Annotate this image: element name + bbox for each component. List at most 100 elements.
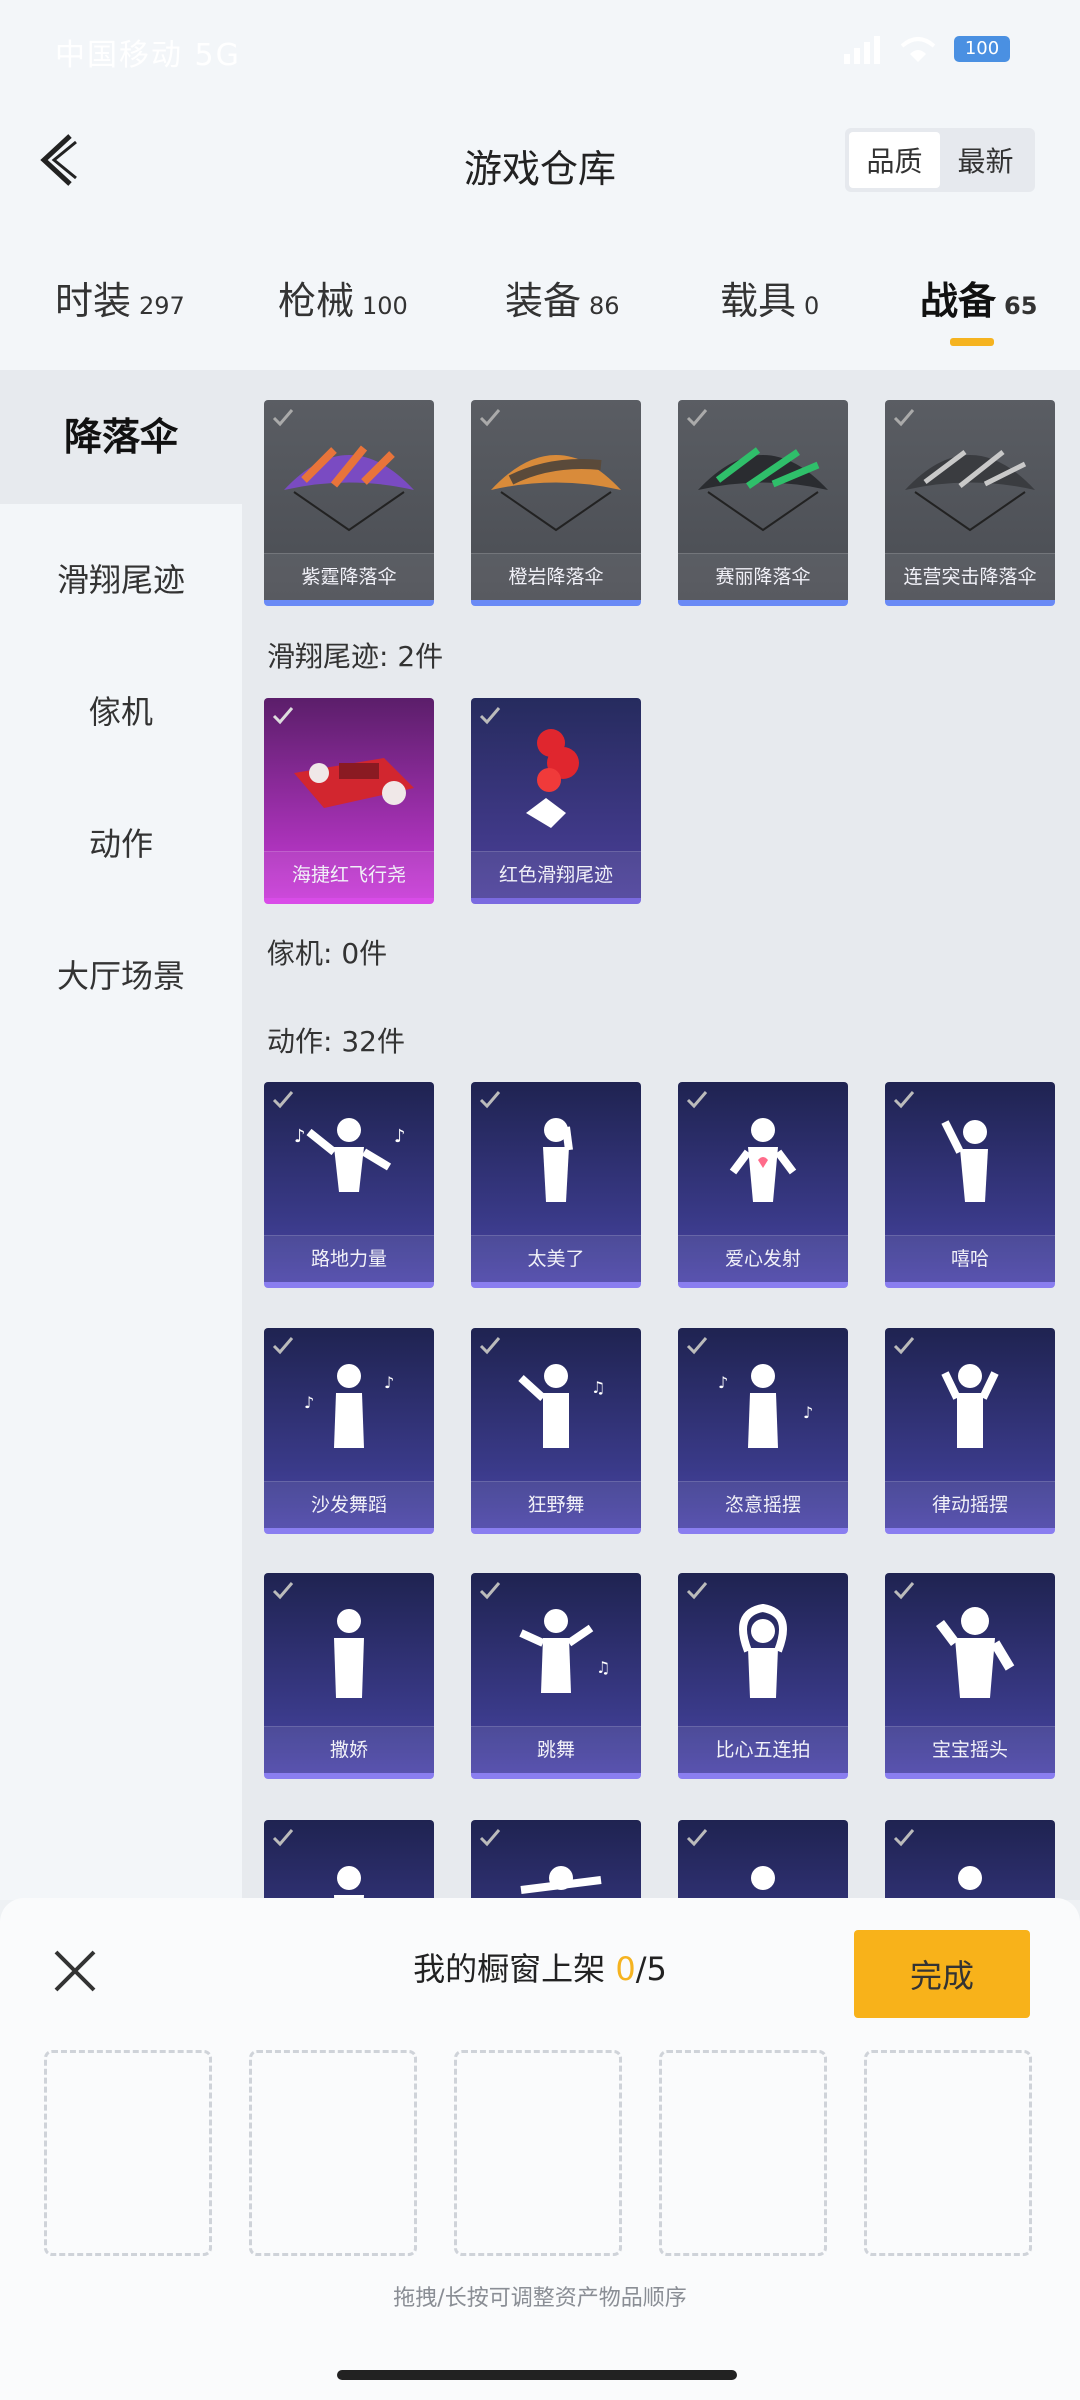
showcase-count-current: 0 — [615, 1950, 636, 1988]
showcase-slot[interactable] — [44, 2050, 212, 2256]
item-label: 海捷红飞行尧 — [264, 851, 434, 898]
sidebar-item-lobby[interactable]: 大厅场景 — [0, 946, 242, 1006]
dancer-silhouette: ♫ — [519, 1609, 610, 1693]
dancer-silhouette — [958, 1866, 982, 1890]
reorder-hint: 拖拽/长按可调整资产物品顺序 — [393, 2286, 687, 2311]
tab-vehicles[interactable]: 载具 0 — [720, 270, 819, 325]
item-card[interactable]: 爱心发射 — [678, 1082, 848, 1288]
item-card[interactable] — [264, 1820, 434, 1900]
parachute-image — [698, 447, 828, 532]
sidebar-item-parachute[interactable]: 降落伞 — [0, 370, 242, 504]
item-label: 比心五连拍 — [678, 1726, 848, 1773]
item-label: 狂野舞 — [471, 1481, 641, 1528]
item-label: 连营突击降落伞 — [885, 553, 1055, 600]
sheet-title-text: 我的橱窗上架 — [413, 1950, 606, 1988]
svg-text:♫: ♫ — [591, 1378, 605, 1397]
parachute-image — [284, 445, 414, 532]
dancer-silhouette — [520, 1866, 602, 1894]
section-title-camera: 傢机: 0件 — [267, 937, 388, 970]
smoke-trail-image — [526, 729, 579, 828]
sidebar-item-camera[interactable]: 傢机 — [0, 682, 242, 742]
tab-gear[interactable]: 装备 86 — [505, 270, 620, 325]
svg-text:♪: ♪ — [803, 1403, 813, 1422]
wifi-icon — [900, 37, 936, 62]
category-tabs: 时装 297 枪械 100 装备 86 载具 0 战备 65 — [0, 240, 1080, 370]
item-card[interactable]: 橙岩降落伞 — [471, 400, 641, 606]
item-card[interactable]: 连营突击降落伞 — [885, 400, 1055, 606]
tab-label: 载具 — [720, 279, 797, 323]
tab-label: 时装 — [55, 279, 132, 323]
sort-quality[interactable]: 品质 — [849, 132, 940, 188]
active-tab-indicator — [950, 338, 994, 346]
showcase-sheet: 我的橱窗上架 0/5 完成 拖拽/长按可调整资产物品顺序 — [0, 1898, 1080, 2400]
item-card[interactable]: 律动摇摆 — [885, 1328, 1055, 1534]
sidebar: 降落伞 滑翔尾迹 傢机 动作 大厅场景 — [0, 370, 242, 1900]
header: 游戏仓库 品质 最新 — [0, 100, 1080, 240]
item-grid: 紫霆降落伞 橙岩降落伞 赛丽降落伞 连营突击降落伞 滑翔尾迹: 2件 海捷红飞行… — [242, 370, 1080, 1900]
item-label: 嘻哈 — [885, 1235, 1055, 1282]
item-label: 撒娇 — [264, 1726, 434, 1773]
dancer-silhouette — [543, 1118, 573, 1202]
dancer-silhouette — [941, 1120, 988, 1202]
parachute-image — [905, 450, 1035, 532]
item-card[interactable]: 红色滑翔尾迹 — [471, 698, 641, 904]
item-card[interactable]: 撒娇 — [264, 1573, 434, 1779]
svg-text:♪: ♪ — [718, 1373, 728, 1392]
item-card[interactable] — [471, 1820, 641, 1900]
carrier-label: 中国移动 5G — [55, 38, 241, 73]
dancer-silhouette — [334, 1866, 364, 1900]
item-card[interactable] — [678, 1820, 848, 1900]
item-label: 橙岩降落伞 — [471, 553, 641, 600]
item-card[interactable] — [885, 1820, 1055, 1900]
home-indicator[interactable] — [337, 2370, 737, 2380]
battery-icon: 100 — [954, 36, 1010, 62]
item-label: 恣意摇摆 — [678, 1481, 848, 1528]
item-card[interactable]: 宝宝摇头 — [885, 1573, 1055, 1779]
sidebar-item-trail[interactable]: 滑翔尾迹 — [0, 550, 242, 610]
item-card[interactable]: 赛丽降落伞 — [678, 400, 848, 606]
item-card[interactable]: 嘻哈 — [885, 1082, 1055, 1288]
item-card[interactable]: 紫霆降落伞 — [264, 400, 434, 606]
tab-equipment[interactable]: 战备 65 — [920, 270, 1037, 325]
item-card[interactable]: 比心五连拍 — [678, 1573, 848, 1779]
showcase-slot[interactable] — [659, 2050, 827, 2256]
tab-label: 枪械 — [278, 279, 355, 323]
sort-toggle[interactable]: 品质 最新 — [845, 128, 1035, 192]
dancer-silhouette: ♪♪ — [294, 1118, 406, 1192]
dancer-silhouette — [751, 1866, 775, 1890]
sort-newest[interactable]: 最新 — [940, 132, 1031, 188]
svg-text:♪: ♪ — [294, 1126, 306, 1147]
tab-count: 65 — [1004, 292, 1038, 320]
svg-text:♫: ♫ — [596, 1658, 610, 1677]
dancer-silhouette — [739, 1603, 787, 1698]
dancer-silhouette: ♪♪ — [718, 1364, 813, 1448]
tab-count: 0 — [804, 292, 820, 320]
item-label: 宝宝摇头 — [885, 1726, 1055, 1773]
done-button[interactable]: 完成 — [854, 1930, 1030, 2018]
tab-count: 297 — [139, 292, 185, 320]
item-card[interactable]: ♫ 狂野舞 — [471, 1328, 641, 1534]
item-card[interactable]: ♪ ♪ 沙发舞蹈 — [264, 1328, 434, 1534]
showcase-slot[interactable] — [454, 2050, 622, 2256]
showcase-slot[interactable] — [864, 2050, 1032, 2256]
tab-guns[interactable]: 枪械 100 — [278, 270, 408, 325]
item-card[interactable]: 太美了 — [471, 1082, 641, 1288]
svg-text:♪: ♪ — [394, 1126, 406, 1147]
item-card[interactable]: ♪ ♪ 恣意摇摆 — [678, 1328, 848, 1534]
item-card[interactable]: 海捷红飞行尧 — [264, 698, 434, 904]
sidebar-item-emote[interactable]: 动作 — [0, 814, 242, 874]
tab-count: 86 — [589, 292, 620, 320]
dancer-silhouette: ♫ — [518, 1364, 605, 1448]
tab-fashion[interactable]: 时装 297 — [55, 270, 185, 325]
item-label: 律动摇摆 — [885, 1481, 1055, 1528]
item-label: 太美了 — [471, 1235, 641, 1282]
section-title-trail: 滑翔尾迹: 2件 — [267, 640, 444, 673]
item-label: 爱心发射 — [678, 1235, 848, 1282]
item-label: 路地力量 — [264, 1235, 434, 1282]
item-label: 沙发舞蹈 — [264, 1481, 434, 1528]
showcase-slot[interactable] — [249, 2050, 417, 2256]
item-label: 赛丽降落伞 — [678, 553, 848, 600]
item-card[interactable]: ♫ 跳舞 — [471, 1573, 641, 1779]
item-card[interactable]: ♪ ♪ 路地力量 — [264, 1082, 434, 1288]
status-bar: 中国移动 5G 100 — [0, 0, 1080, 100]
